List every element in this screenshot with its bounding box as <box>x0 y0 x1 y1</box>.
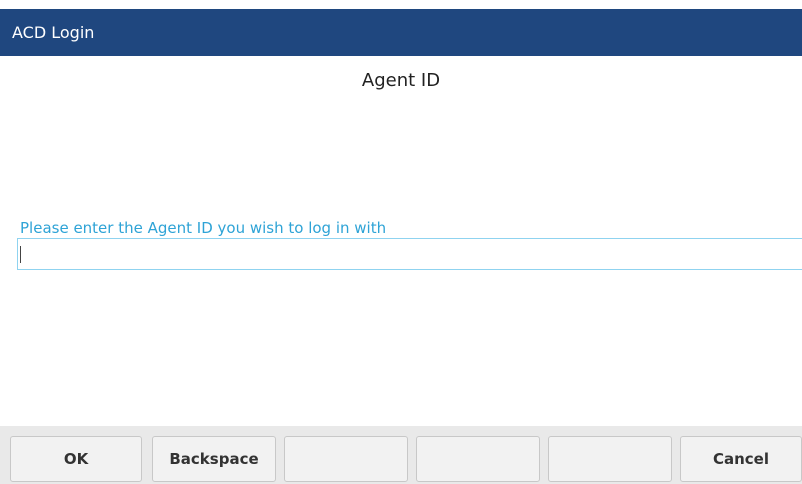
backspace-button[interactable]: Backspace <box>152 436 276 482</box>
acd-login-screen: ACD Login Agent ID Please enter the Agen… <box>0 0 802 484</box>
softkey-3-button[interactable] <box>284 436 408 482</box>
title-bar: ACD Login <box>0 9 802 56</box>
window-title: ACD Login <box>12 23 95 42</box>
agent-id-prompt-label: Please enter the Agent ID you wish to lo… <box>20 219 387 237</box>
agent-id-input[interactable] <box>17 238 802 270</box>
text-cursor <box>20 246 21 263</box>
ok-button[interactable]: OK <box>10 436 142 482</box>
softkey-5-button[interactable] <box>548 436 672 482</box>
top-strip <box>0 0 802 9</box>
cancel-button[interactable]: Cancel <box>680 436 802 482</box>
page-heading: Agent ID <box>361 70 441 91</box>
softkey-4-button[interactable] <box>416 436 540 482</box>
